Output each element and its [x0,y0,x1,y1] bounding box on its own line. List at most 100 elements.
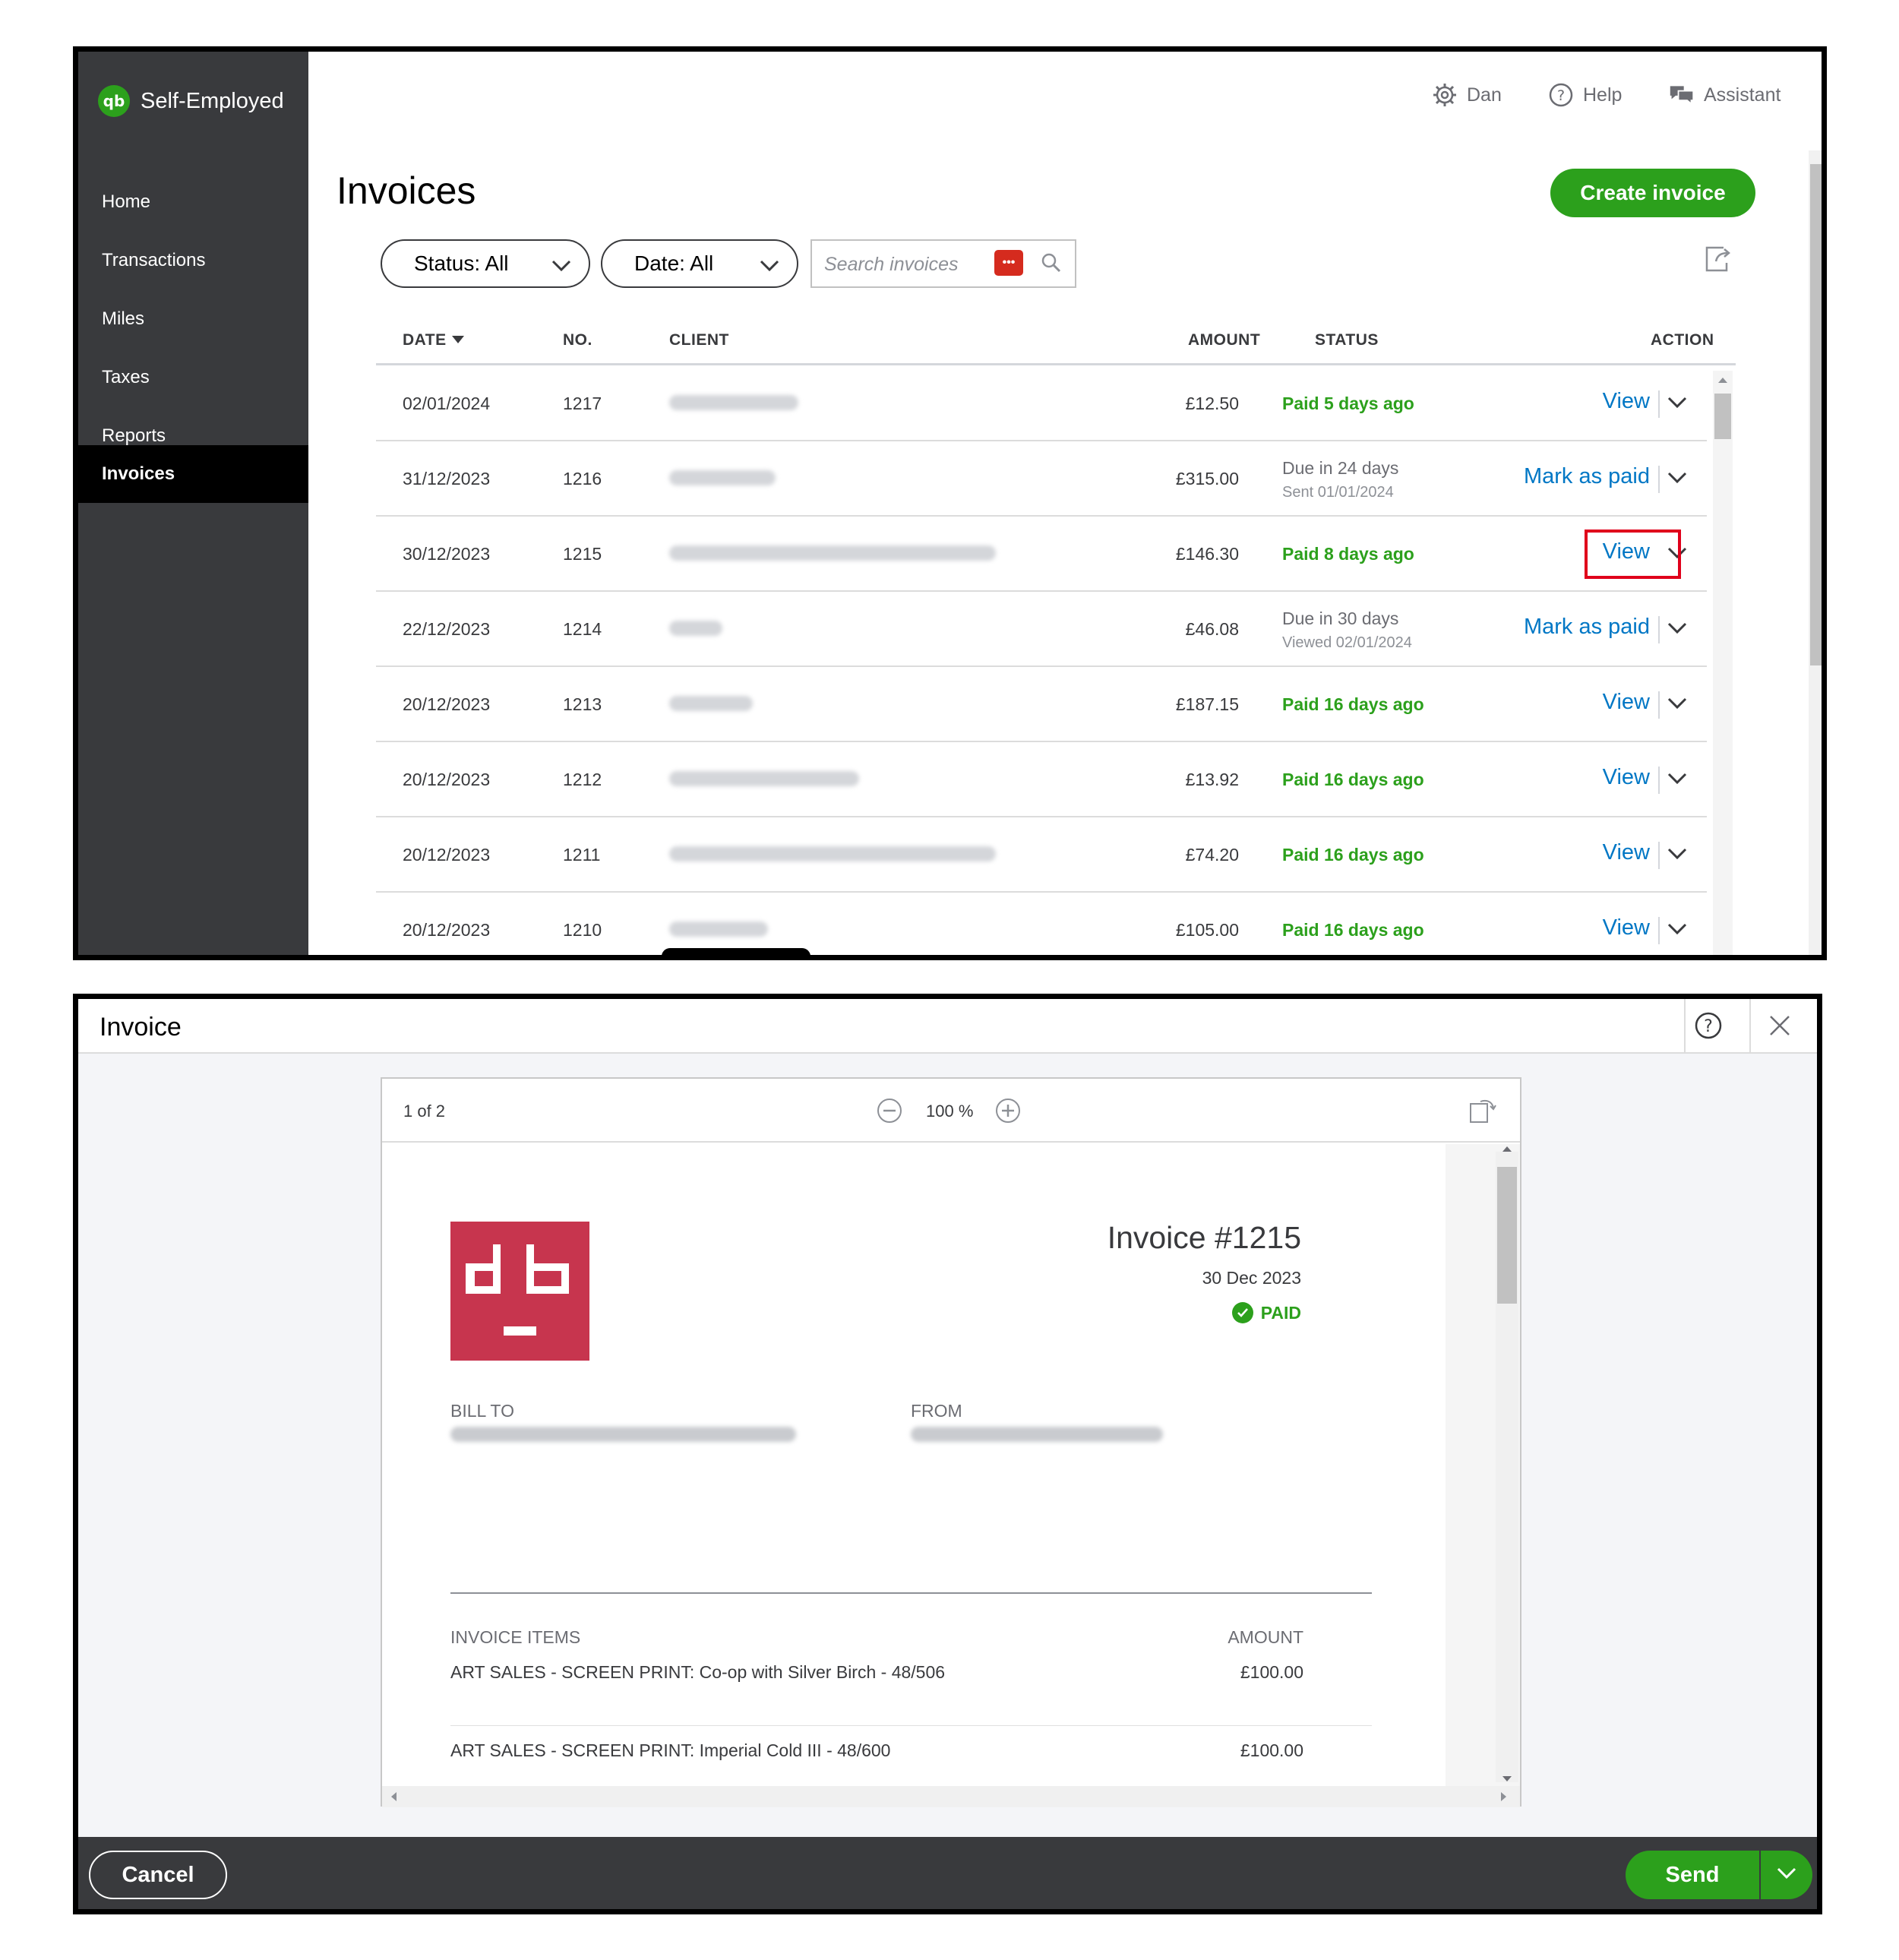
assistant-label: Assistant [1704,84,1781,106]
amount-label: AMOUNT [1228,1627,1303,1647]
chevron-down-icon[interactable] [1667,621,1688,640]
horizontal-scrollbar[interactable] [382,1786,1520,1807]
company-logo [450,1222,589,1361]
view-button[interactable]: View [1603,389,1650,414]
chevron-down-icon [759,254,780,279]
page-scrollbar[interactable] [1809,150,1822,955]
document-scrollbar[interactable] [1446,1144,1520,1786]
chevron-down-icon[interactable] [1667,395,1688,414]
sidebar-item-miles[interactable]: Miles [78,290,308,348]
row-client-redacted [669,621,722,636]
table-row[interactable]: 31/12/2023 1216 £315.00 Due in 24 days S… [376,441,1707,517]
chevron-down-icon[interactable] [1667,922,1688,940]
view-button-highlight [1585,530,1681,579]
chevron-down-icon [551,254,572,279]
bill-to-label: BILL TO [450,1401,514,1421]
line-item-amount: £100.00 [1240,1662,1303,1682]
view-button[interactable]: View [1603,765,1650,790]
assistant-button[interactable]: Assistant [1669,82,1781,108]
column-header-client[interactable]: CLIENT [669,331,729,349]
brand[interactable]: qb Self-Employed [98,85,284,117]
search-icon[interactable] [1040,251,1063,278]
page-title: Invoices [337,169,476,212]
row-client-redacted [669,470,776,485]
row-status: Paid 8 days ago [1282,544,1414,564]
table-scrollbar[interactable] [1713,371,1733,955]
sort-down-icon [451,331,465,349]
header-divider [1749,999,1751,1054]
row-status: Paid 16 days ago [1282,920,1424,940]
line-item-description: ART SALES - SCREEN PRINT: Imperial Cold … [450,1740,891,1760]
row-amount: £187.15 [1175,694,1239,714]
row-status: Due in 24 days [1282,458,1399,478]
rotate-icon[interactable] [1468,1097,1497,1128]
item-divider [450,1725,1372,1726]
row-date: 02/01/2024 [403,394,491,413]
sidebar-item-home[interactable]: Home [78,173,308,231]
paid-label: PAID [1260,1302,1301,1323]
row-date: 20/12/2023 [403,770,491,789]
chevron-down-icon[interactable] [1667,846,1688,865]
sidebar-item-taxes[interactable]: Taxes [78,349,308,406]
row-amount: £12.50 [1185,394,1239,413]
cancel-button[interactable]: Cancel [89,1851,227,1899]
zoom-in-icon[interactable] [994,1097,1022,1128]
help-icon[interactable]: ? [1693,1010,1724,1045]
table-row[interactable]: 20/12/2023 1213 £187.15 Paid 16 days ago… [376,667,1707,742]
status-filter-dropdown[interactable]: Status: All [381,239,590,288]
sidebar-item-invoices[interactable]: Invoices [78,445,308,503]
action-separator [1658,842,1660,869]
table-row[interactable]: 20/12/2023 1212 £13.92 Paid 16 days ago … [376,742,1707,817]
user-settings-button[interactable]: Dan [1432,82,1502,108]
row-client-redacted [669,395,798,410]
row-number: 1211 [563,845,601,865]
table-row[interactable]: 20/12/2023 1211 £74.20 Paid 16 days ago … [376,817,1707,893]
column-header-action: ACTION [1651,331,1714,349]
scroll-thumb[interactable] [1497,1167,1517,1304]
row-amount: £74.20 [1185,845,1239,865]
row-status-detail: Sent 01/01/2024 [1282,484,1394,501]
row-amount: £13.92 [1185,770,1239,789]
send-button[interactable]: Send [1626,1851,1759,1899]
help-icon: ? [1548,82,1574,108]
password-manager-icon[interactable]: ••• [994,250,1023,276]
chevron-down-icon[interactable] [1667,696,1688,715]
row-amount: £315.00 [1175,469,1239,488]
column-header-status[interactable]: STATUS [1315,331,1379,349]
row-number: 1215 [563,544,602,564]
table-row[interactable]: 22/12/2023 1214 £46.08 Due in 30 days Vi… [376,592,1707,667]
zoom-out-icon[interactable] [876,1097,903,1128]
close-icon[interactable] [1766,1012,1793,1043]
mark-as-paid-button[interactable]: Mark as paid [1524,615,1650,640]
row-number: 1216 [563,469,602,488]
table-row[interactable]: 20/12/2023 1210 £105.00 Paid 16 days ago… [376,893,1707,955]
from-label: FROM [911,1401,962,1421]
view-button[interactable]: View [1603,840,1650,865]
column-header-amount[interactable]: AMOUNT [1188,331,1260,349]
sidebar-item-transactions[interactable]: Transactions [78,232,308,289]
create-invoice-button[interactable]: Create invoice [1550,169,1755,217]
row-number: 1217 [563,394,602,413]
chevron-down-icon[interactable] [1667,470,1688,489]
export-icon[interactable] [1702,243,1734,279]
quickbooks-logo-icon: qb [98,85,130,117]
date-filter-dropdown[interactable]: Date: All [601,239,798,288]
send-options-dropdown[interactable] [1761,1851,1812,1899]
table-row[interactable]: 30/12/2023 1215 £146.30 Paid 8 days ago … [376,517,1707,592]
chevron-down-icon[interactable] [1667,771,1688,790]
mark-as-paid-button[interactable]: Mark as paid [1524,464,1650,489]
action-separator [1658,390,1660,418]
row-amount: £46.08 [1185,619,1239,639]
row-client-redacted [669,846,996,861]
table-row[interactable]: 02/01/2024 1217 £12.50 Paid 5 days ago V… [376,366,1707,441]
page-scrollbar-thumb[interactable] [1810,164,1822,665]
view-button[interactable]: View [1603,690,1650,715]
column-header-date[interactable]: DATE [403,331,465,349]
search-input[interactable]: Search invoices ••• [810,239,1076,288]
home-indicator [662,948,810,955]
row-date: 22/12/2023 [403,619,491,639]
help-button[interactable]: ? Help [1548,82,1622,108]
table-scrollbar-thumb[interactable] [1714,394,1731,439]
column-header-no[interactable]: NO. [563,331,592,349]
view-button[interactable]: View [1603,915,1650,940]
